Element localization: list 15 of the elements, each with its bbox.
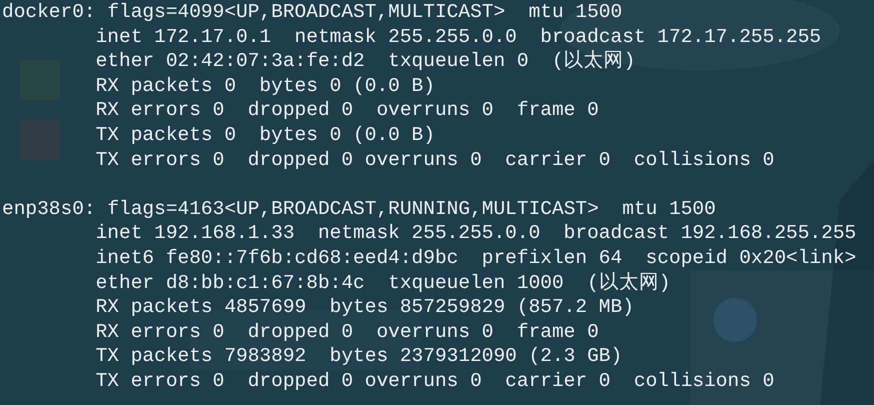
terminal-line: RX errors 0 dropped 0 overruns 0 frame 0 [94, 320, 599, 344]
terminal-line: TX errors 0 dropped 0 overruns 0 carrier 0 collisions 0 [94, 368, 774, 394]
terminal-line: inet 172.17.0.1 netmask 255.255.0.0 broadcast 172.17.255.255 [94, 24, 822, 50]
terminal-line: TX packets 7983892 bytes 2379312090 (2.3 GB) [94, 344, 622, 369]
terminal-line: RX packets 4857699 bytes 857259829 (857.2 MB) [94, 295, 634, 320]
terminal-line: TX packets 0 bytes 0 (0.0 B) [94, 122, 435, 148]
terminal-line: docker0: flags=4099<UP,BROADCAST,MULTICAST> mtu 1500 [2, 0, 622, 25]
terminal-line: ether d8:bb:c1:67:8b:4c txqueuelen 1000 (以太网) [94, 270, 670, 296]
terminal-line: ether 02:42:07:3a:fe:d2 txqueuelen 0 (以太网) [94, 49, 636, 74]
terminal-line: enp38s0: flags=4163<UP,BROADCAST,RUNNING,MULTICAST> mtu 1500 [2, 196, 716, 222]
terminal-line: inet 192.168.1.33 netmask 255.255.0.0 broadcast 192.168.255.255 [94, 221, 856, 246]
terminal-line: TX errors 0 dropped 0 overruns 0 carrier 0 collisions 0 [94, 148, 774, 172]
terminal-line: RX errors 0 dropped 0 overruns 0 frame 0 [94, 98, 599, 123]
terminal-line: inet6 fe80::7f6b:cd68:eed4:d9bc prefixlen 64 scopeid 0x20<link> [94, 246, 856, 271]
terminal-line: RX packets 0 bytes 0 (0.0 B) [94, 74, 435, 98]
